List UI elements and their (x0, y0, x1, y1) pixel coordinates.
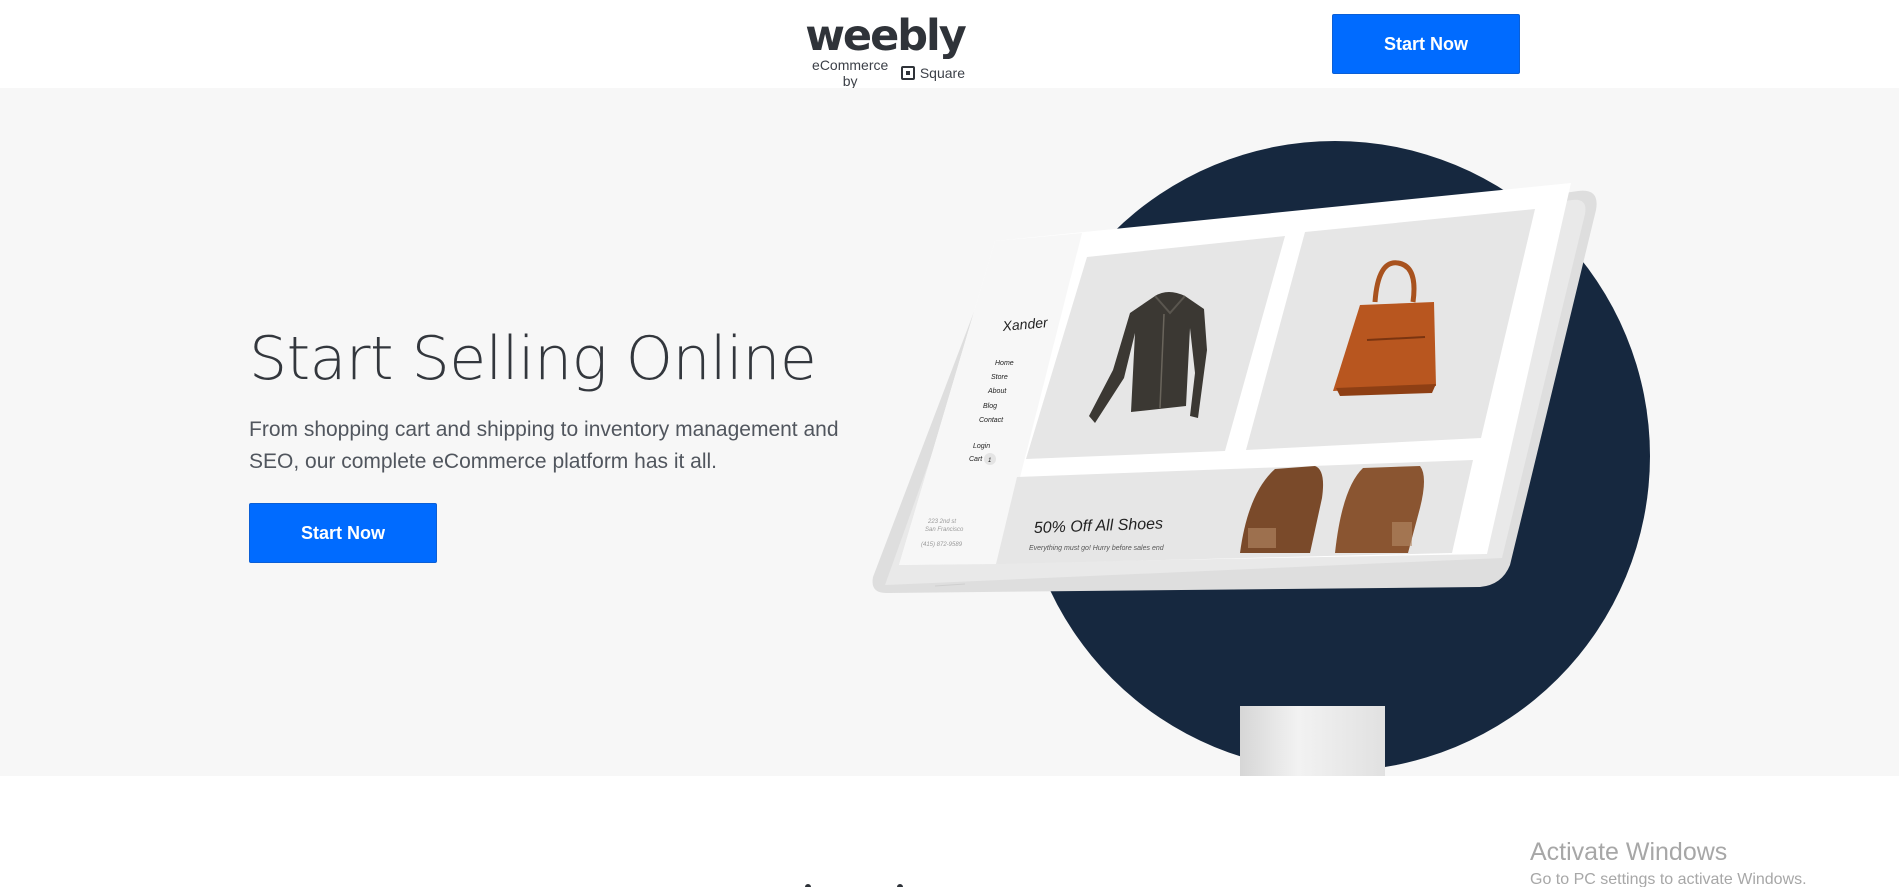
mini-cart: Cart (969, 456, 983, 463)
mini-login: Login (973, 443, 990, 450)
watermark-subtitle: Go to PC settings to activate Windows. (1530, 871, 1807, 887)
mini-nav-about: About (987, 388, 1007, 395)
site-header: weebly eCommerce by Square Start Now (0, 0, 1899, 89)
mini-promo-text: Everything must go! Hurry before sales e… (1029, 545, 1165, 552)
mini-nav-store: Store (991, 374, 1008, 381)
hero-section: Start Selling Online From shopping cart … (0, 88, 1899, 776)
header-start-now-button[interactable]: Start Now (1332, 14, 1520, 74)
logo-tagline-prefix: eCommerce by (812, 57, 889, 89)
logo-tagline: eCommerce by Square (805, 57, 965, 89)
mini-nav-home: Home (995, 360, 1014, 367)
mini-nav-contact: Contact (979, 417, 1004, 424)
watermark-title: Activate Windows (1530, 838, 1728, 866)
logo-tagline-brand: Square (919, 65, 965, 81)
mini-phone: (415) 872-9589 (921, 542, 963, 548)
weebly-logo[interactable]: weebly eCommerce by Square (805, 11, 967, 89)
logo-wordmark: weebly (805, 11, 967, 61)
mini-nav-blog: Blog (983, 403, 997, 410)
mini-address-line1: 223 2nd st (927, 519, 956, 525)
monitor-mockup: Xander Home Store About Blog Contact Log… (872, 183, 1597, 593)
section-peek-decoration (805, 884, 903, 887)
mini-cart-count: 1 (988, 458, 991, 464)
mini-address-line2: San Francisco (925, 527, 964, 533)
windows-activation-watermark: Activate Windows Go to PC settings to ac… (1530, 838, 1807, 887)
square-logo-icon (901, 66, 915, 80)
